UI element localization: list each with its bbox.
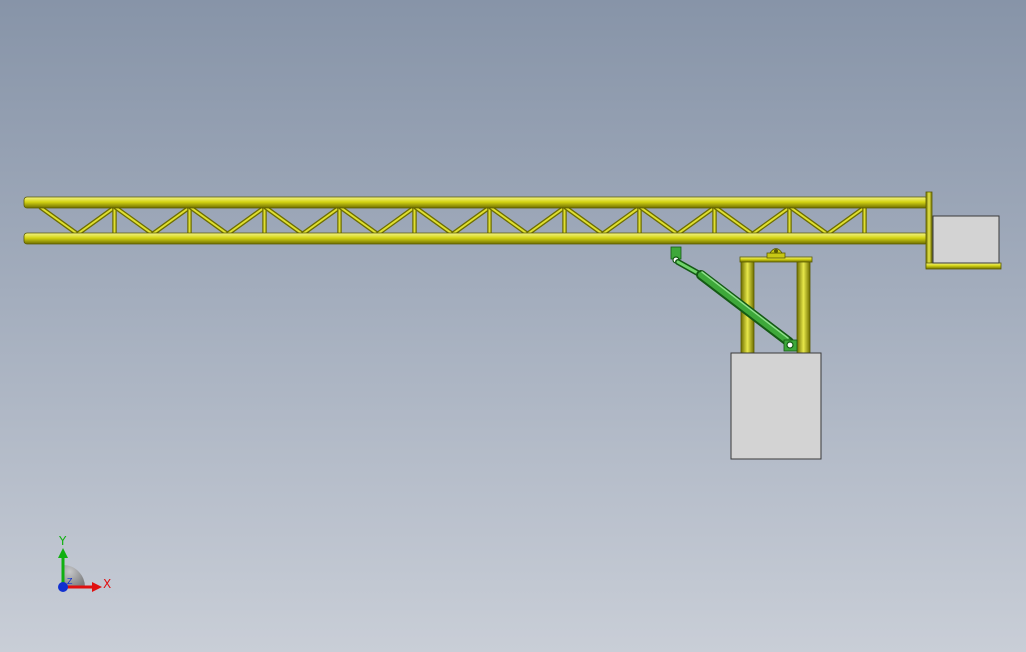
truss-diagonal[interactable]: [188, 205, 229, 236]
truss-diagonal[interactable]: [113, 205, 154, 236]
truss-diagonal[interactable]: [226, 205, 267, 236]
triad-z-label: Z: [67, 577, 73, 586]
triad-y-label: Y: [58, 534, 67, 548]
truss-diagonal[interactable]: [488, 205, 529, 236]
truss-diagonal[interactable]: [76, 205, 117, 236]
truss-diagonal[interactable]: [788, 205, 829, 236]
truss-diagonal[interactable]: [826, 205, 867, 236]
truss-diagonal[interactable]: [338, 205, 379, 236]
truss-diagonal[interactable]: [451, 205, 492, 236]
truss-diagonal[interactable]: [151, 205, 192, 236]
truss-diagonal[interactable]: [413, 205, 454, 236]
view-orientation-triad-icon[interactable]: Y X Z: [58, 534, 111, 592]
truss-diagonal[interactable]: [638, 205, 679, 236]
base-block[interactable]: [730, 352, 822, 460]
tower-post-right[interactable]: [796, 259, 811, 354]
cad-graphics-viewport[interactable]: Y X Z: [0, 0, 1026, 652]
truss-diagonal[interactable]: [376, 205, 417, 236]
truss-diagonal[interactable]: [751, 205, 792, 236]
truss-diagonal[interactable]: [38, 205, 79, 236]
truss-diagonal[interactable]: [601, 205, 642, 236]
truss-bottom-chord[interactable]: [23, 232, 929, 245]
crane-truss-drawing: Y X Z: [23, 191, 1002, 592]
truss-diagonal[interactable]: [301, 205, 342, 236]
truss-diagonal[interactable]: [526, 205, 567, 236]
hydraulic-cylinder[interactable]: [670, 246, 798, 352]
counterweight-block[interactable]: [932, 215, 1000, 264]
pivot-lug[interactable]: [766, 248, 786, 259]
truss-diagonal[interactable]: [676, 205, 717, 236]
truss-top-chord[interactable]: [23, 196, 929, 209]
truss-diagonal[interactable]: [563, 205, 604, 236]
truss-diagonal[interactable]: [713, 205, 754, 236]
truss-diagonal[interactable]: [263, 205, 304, 236]
counterweight-bracket[interactable]: [925, 262, 1002, 270]
truss-end-plate[interactable]: [925, 191, 933, 269]
triad-x-label: X: [103, 577, 111, 591]
truss-web-members: [38, 205, 867, 236]
